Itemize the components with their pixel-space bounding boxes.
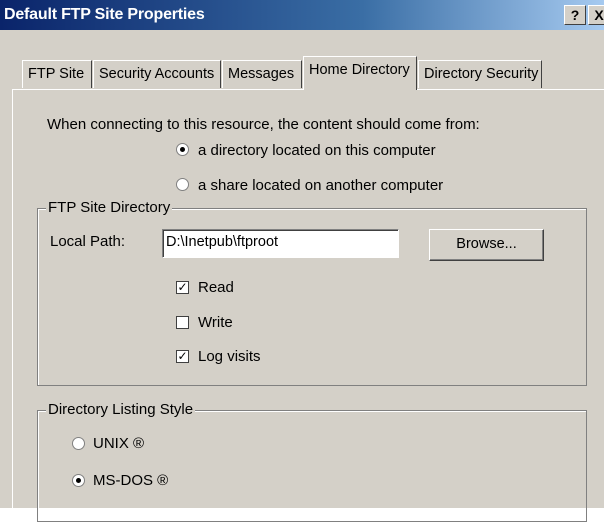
- tab-home-directory[interactable]: Home Directory: [303, 56, 417, 90]
- help-button[interactable]: ?: [564, 5, 586, 25]
- radio-local-directory[interactable]: [176, 143, 189, 156]
- radio-network-share-label[interactable]: a share located on another computer: [198, 177, 443, 194]
- radio-unix-label[interactable]: UNIX ®: [93, 435, 144, 452]
- radio-ms-dos[interactable]: [72, 474, 85, 487]
- content-source-prompt: When connecting to this resource, the co…: [47, 116, 480, 133]
- close-button[interactable]: X: [588, 5, 604, 25]
- tab-messages[interactable]: Messages: [222, 60, 302, 88]
- radio-network-share[interactable]: [176, 178, 189, 191]
- directory-listing-style-group: Directory Listing Style UNIX ® MS-DOS ®: [37, 401, 587, 522]
- log-visits-checkbox-label[interactable]: Log visits: [198, 348, 261, 365]
- radio-local-directory-label[interactable]: a directory located on this computer: [198, 142, 436, 159]
- read-checkbox-label[interactable]: Read: [198, 279, 234, 296]
- local-path-label: Local Path:: [50, 233, 126, 250]
- read-checkbox[interactable]: ✓: [176, 281, 189, 294]
- home-directory-panel: When connecting to this resource, the co…: [12, 89, 604, 522]
- tab-security-accounts[interactable]: Security Accounts: [93, 60, 221, 88]
- properties-dialog: Default FTP Site Properties ? X FTP Site…: [0, 0, 604, 522]
- write-checkbox-label[interactable]: Write: [198, 314, 233, 331]
- browse-button[interactable]: Browse...: [429, 229, 544, 261]
- tab-directory-security[interactable]: Directory Security: [418, 60, 542, 88]
- local-path-input[interactable]: D:\Inetpub\ftproot: [162, 229, 399, 258]
- directory-listing-style-legend: Directory Listing Style: [46, 401, 196, 418]
- radio-ms-dos-label[interactable]: MS-DOS ®: [93, 472, 168, 489]
- log-visits-checkbox[interactable]: ✓: [176, 350, 189, 363]
- write-checkbox[interactable]: [176, 316, 189, 329]
- tab-strip: FTP Site Security Accounts Messages Home…: [0, 56, 604, 90]
- ftp-site-directory-legend: FTP Site Directory: [46, 199, 173, 216]
- radio-unix[interactable]: [72, 437, 85, 450]
- ftp-site-directory-group: FTP Site Directory Local Path: D:\Inetpu…: [37, 199, 587, 386]
- title-bar[interactable]: Default FTP Site Properties ? X: [0, 0, 604, 30]
- window-title: Default FTP Site Properties: [4, 6, 205, 23]
- tab-ftp-site[interactable]: FTP Site: [22, 60, 92, 88]
